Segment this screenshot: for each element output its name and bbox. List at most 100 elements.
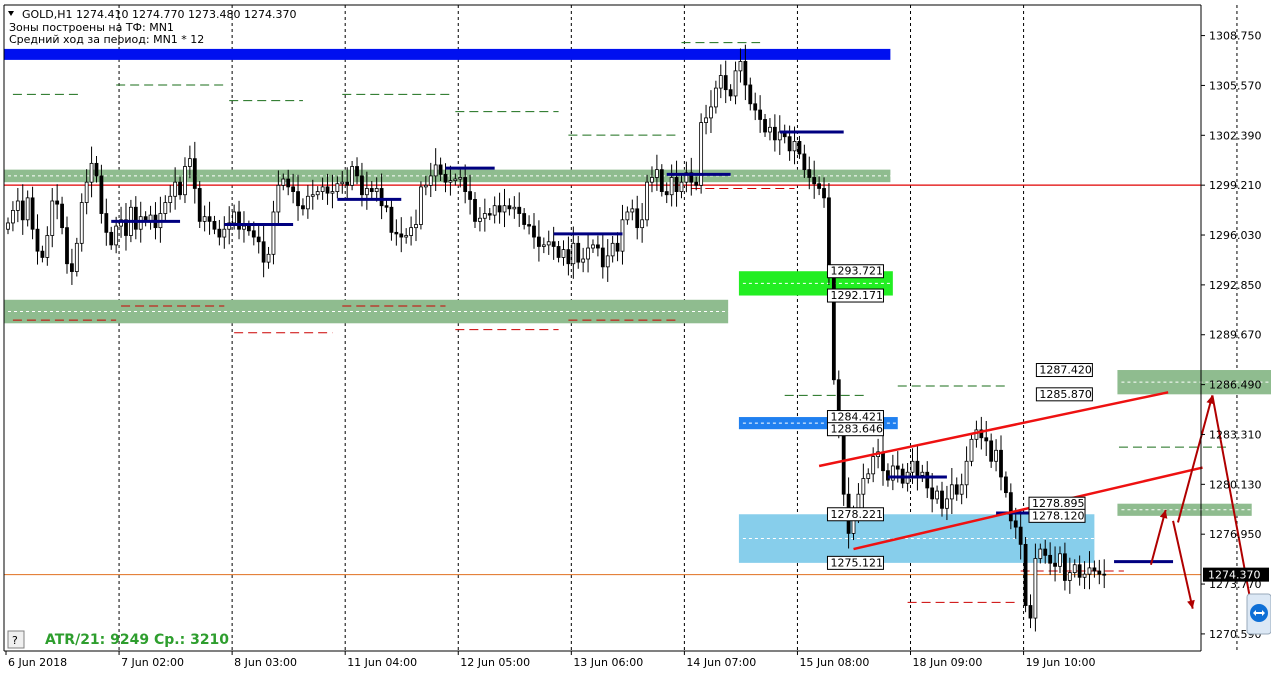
candle-body xyxy=(335,183,340,192)
candle-body xyxy=(1018,526,1023,545)
candle-body xyxy=(669,177,674,196)
candle-body xyxy=(630,208,635,213)
candle-body xyxy=(620,219,625,252)
candle-body xyxy=(197,188,202,222)
candle-body xyxy=(802,153,807,171)
candle-body xyxy=(591,244,595,249)
candle-body xyxy=(556,246,561,258)
price-chart[interactable]: 1293.721 1292.171 1284.4211283.646 1278.221… xyxy=(0,0,1271,676)
candle-body xyxy=(768,126,772,133)
candle-body xyxy=(487,213,492,216)
candle-body xyxy=(276,184,281,213)
candle-body xyxy=(497,205,502,213)
candle-body xyxy=(30,197,35,230)
candle-body xyxy=(355,166,359,177)
candle-body xyxy=(1097,570,1102,575)
candle-body xyxy=(478,217,482,222)
candle-body xyxy=(207,216,212,222)
candle-body xyxy=(571,242,576,265)
candle-body xyxy=(463,177,468,192)
candle-body xyxy=(202,216,207,222)
candle-body xyxy=(232,211,237,224)
candle-body xyxy=(315,191,320,196)
candle-body xyxy=(640,219,645,229)
candle-body xyxy=(915,460,920,476)
candle-body xyxy=(954,484,959,495)
arrow-shaft[interactable] xyxy=(1172,520,1194,609)
candle-body xyxy=(428,175,433,186)
candle-body xyxy=(586,247,590,260)
y-axis: 1308.750 1305.570 1302.390 1299.210 1296.030… xyxy=(1201,30,1269,641)
candle-body xyxy=(55,200,60,205)
candle-body xyxy=(812,177,817,185)
candle-body xyxy=(89,162,94,183)
candle-body xyxy=(537,236,541,247)
candle-body xyxy=(296,191,300,207)
candle-body xyxy=(910,460,915,473)
x-axis: 6 Jun 2018 7 Jun 02:00 8 Jun 03:00 11 Jun 0… xyxy=(5,651,1095,669)
candle-body xyxy=(940,490,944,509)
y-tick-label: 1305.570 xyxy=(1209,79,1262,92)
candle-body xyxy=(163,202,168,214)
candle-body xyxy=(984,437,989,442)
candle-body xyxy=(797,141,802,155)
candle-body xyxy=(635,208,640,229)
x-tick-label: 8 Jun 03:00 xyxy=(234,656,297,669)
candle-body xyxy=(576,242,581,263)
current-price-tag-text: 1274.370 xyxy=(1208,569,1261,582)
candle-body xyxy=(674,177,679,192)
candle-body xyxy=(50,200,55,236)
candle-body xyxy=(522,213,527,225)
candle-body xyxy=(305,195,310,210)
candle-body xyxy=(930,487,935,500)
candle-body xyxy=(458,177,463,180)
candle-body xyxy=(394,231,399,235)
arrow-head xyxy=(1187,599,1195,609)
x-tick-label: 12 Jun 05:00 xyxy=(460,656,530,669)
candle-body xyxy=(925,471,930,489)
candle-body xyxy=(532,225,536,238)
y-tick-label: 1296.030 xyxy=(1209,229,1262,242)
candle-body xyxy=(551,241,556,247)
candle-body xyxy=(1028,605,1033,619)
candle-body xyxy=(492,205,497,216)
arrow-shaft[interactable] xyxy=(1176,395,1214,523)
candle-body xyxy=(920,471,925,476)
candle-body xyxy=(242,225,246,230)
candle-body xyxy=(945,498,949,509)
candle-body xyxy=(743,61,748,86)
candle-body xyxy=(610,242,615,257)
candle-body xyxy=(512,206,517,210)
symbol-menu-icon[interactable] xyxy=(8,11,14,16)
teamviewer-widget[interactable] xyxy=(1246,593,1271,635)
candle-body xyxy=(138,216,143,230)
candle-body xyxy=(654,169,659,178)
candle-body xyxy=(419,186,423,225)
candle-body xyxy=(989,440,994,462)
candle-body xyxy=(949,484,954,500)
candle-body xyxy=(192,158,197,189)
candle-body xyxy=(1087,567,1092,575)
candle-body xyxy=(389,206,394,233)
candle-body xyxy=(1072,564,1077,574)
candle-body xyxy=(664,191,669,196)
candle-body xyxy=(212,220,217,230)
candle-body xyxy=(60,203,64,229)
candle-body xyxy=(1023,543,1028,606)
candle-body xyxy=(600,247,605,268)
candle-body xyxy=(251,230,256,238)
candle-body xyxy=(566,249,571,265)
candle-body xyxy=(187,158,192,167)
candle-body xyxy=(1033,558,1038,619)
candle-body xyxy=(35,228,40,252)
candle-body xyxy=(709,106,713,119)
candle-body xyxy=(748,84,753,105)
candle-body xyxy=(994,449,998,462)
candle-body xyxy=(453,178,458,182)
y-tick-label: 1280.130 xyxy=(1209,478,1262,491)
arrow-shaft[interactable] xyxy=(1149,509,1167,566)
candle-body xyxy=(541,244,546,247)
candle-body xyxy=(1038,548,1043,559)
x-tick-label: 7 Jun 02:00 xyxy=(121,656,184,669)
price-label-text: 1293.721 xyxy=(830,265,883,278)
